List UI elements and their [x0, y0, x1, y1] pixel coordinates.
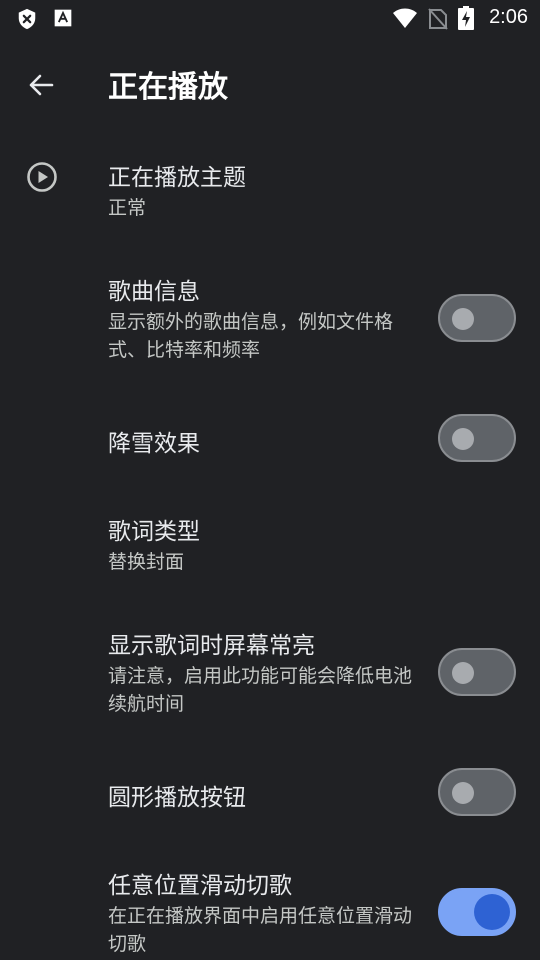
app-bar: 正在播放: [0, 48, 540, 120]
preference-song-info[interactable]: 歌曲信息 显示额外的歌曲信息，例如文件格式、比特率和频率: [0, 260, 540, 380]
back-button[interactable]: [22, 66, 60, 104]
snowfall-effect-switch[interactable]: [438, 414, 516, 462]
play-circle-icon: [26, 161, 58, 197]
switch-thumb: [452, 428, 474, 450]
preference-now-playing-theme[interactable]: 正在播放主题 正常: [0, 140, 540, 250]
circular-play-button-switch[interactable]: [438, 768, 516, 816]
preference-circular-play-button[interactable]: 圆形播放按钮: [0, 744, 540, 840]
preference-title: 正在播放主题: [108, 165, 246, 191]
preference-summary: 在正在播放界面中启用任意位置滑动切歌: [108, 905, 413, 955]
switch-thumb: [452, 662, 474, 684]
preference-summary: 替换封面: [108, 551, 185, 573]
wifi-icon: [392, 7, 418, 33]
preference-title: 显示歌词时屏幕常亮: [108, 633, 315, 659]
preference-title: 任意位置滑动切歌: [108, 873, 292, 899]
swipe-anywhere-switch[interactable]: [438, 888, 516, 936]
preference-keep-screen-on[interactable]: 显示歌词时屏幕常亮 请注意，启用此功能可能会降低电池续航时间: [0, 612, 540, 732]
switch-thumb: [452, 782, 474, 804]
preference-title: 圆形播放按钮: [108, 785, 246, 811]
preference-summary: 请注意，启用此功能可能会降低电池续航时间: [108, 665, 413, 715]
font-a-icon: [53, 8, 73, 32]
page-title: 正在播放: [108, 70, 228, 105]
switch-thumb: [474, 894, 510, 930]
no-sim-icon: [428, 8, 448, 34]
preference-swipe-anywhere[interactable]: 任意位置滑动切歌 在正在播放界面中启用任意位置滑动切歌: [0, 850, 540, 960]
shield-close-icon: [16, 8, 38, 34]
status-bar: 2:06: [0, 0, 540, 36]
status-time: 2:06: [489, 6, 528, 28]
preference-snowfall-effect[interactable]: 降雪效果: [0, 390, 540, 486]
preference-title: 降雪效果: [108, 431, 200, 457]
keep-screen-on-switch[interactable]: [438, 648, 516, 696]
preference-summary: 显示额外的歌曲信息，例如文件格式、比特率和频率: [108, 311, 394, 361]
preference-title: 歌词类型: [108, 519, 200, 545]
preference-title: 歌曲信息: [108, 279, 200, 305]
preference-summary: 正常: [108, 197, 147, 219]
arrow-back-icon: [22, 74, 60, 108]
song-info-switch[interactable]: [438, 294, 516, 342]
preference-lyrics-type[interactable]: 歌词类型 替换封面: [0, 496, 540, 596]
battery-charging-icon: [458, 6, 474, 34]
switch-thumb: [452, 308, 474, 330]
